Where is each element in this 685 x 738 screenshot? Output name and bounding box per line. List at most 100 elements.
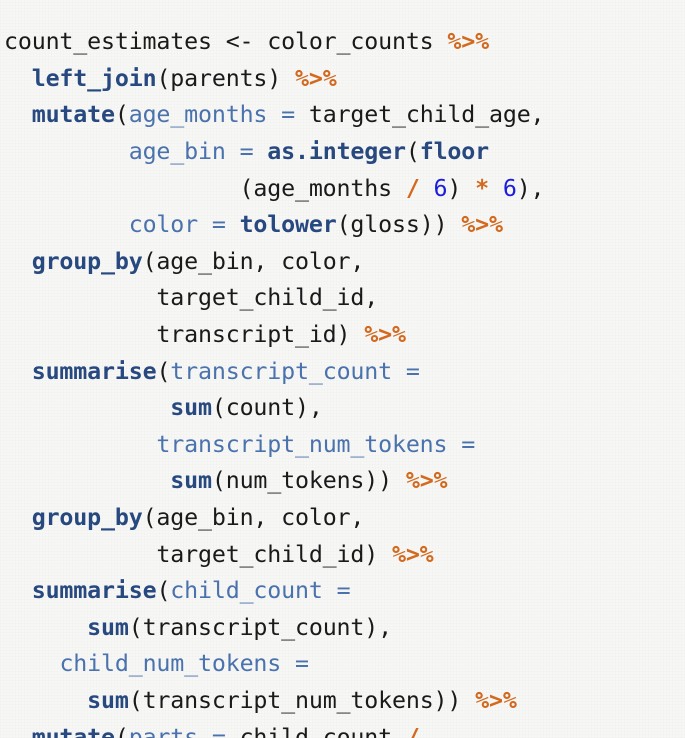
code-token-plain: (count),	[211, 394, 323, 422]
code-token-func: tolower	[239, 211, 337, 239]
code-token-func: mutate	[31, 101, 115, 129]
code-token-arg: =	[336, 577, 351, 605]
r-code-block: count_estimates <- color_counts %>% left…	[4, 24, 545, 738]
code-token-arg: =	[281, 101, 295, 129]
code-token-func: sum	[170, 467, 212, 495]
code-token-arg: transcript_num_tokens	[156, 430, 448, 458]
code-token-op: %>%	[405, 467, 448, 495]
code-token-plain: (transcript_count),	[128, 613, 392, 641]
code-token-plain: (gloss))	[336, 211, 462, 239]
code-line: group_by(age_bin, color,	[4, 500, 544, 537]
code-token-plain: target_child_id,	[4, 284, 379, 312]
code-token-func: mutate	[31, 723, 115, 738]
code-token-func: sum	[87, 686, 129, 714]
code-line: (age_months / 6) * 6),	[4, 171, 545, 208]
code-line: transcript_num_tokens =	[4, 427, 544, 464]
code-token-num: 6	[433, 174, 448, 202]
code-line: count_estimates <- color_counts %>%	[4, 24, 544, 61]
code-line: group_by(age_bin, color,	[4, 244, 544, 281]
code-token-arg: child_count	[170, 577, 323, 605]
code-token-func: summarise	[31, 357, 157, 385]
code-token-plain: (	[156, 577, 171, 605]
code-token-func: as.integer	[267, 138, 406, 166]
code-token-arg: =	[239, 138, 254, 166]
code-token-op: %>%	[391, 540, 434, 568]
code-token-op: %>%	[447, 28, 489, 56]
code-line: sum(transcript_count),	[4, 610, 544, 647]
code-token-plain: target_child_age,	[295, 101, 545, 129]
code-token-arg: =	[295, 650, 309, 678]
code-token-arg: color	[128, 211, 198, 239]
code-token-func: summarise	[31, 577, 157, 605]
code-line: sum(transcript_num_tokens)) %>%	[4, 683, 544, 720]
code-token-func: sum	[87, 613, 129, 641]
code-token-plain: (age_bin, color,	[142, 504, 365, 532]
code-token-arg: =	[211, 211, 226, 239]
code-token-op: *	[475, 174, 489, 202]
code-token-plain: (num_tokens))	[211, 467, 406, 495]
code-token-num: 6	[502, 174, 517, 202]
code-token-plain: )	[447, 174, 476, 202]
code-token-func: sum	[170, 394, 212, 422]
code-token-arg: =	[405, 357, 420, 385]
code-token-plain: ),	[516, 174, 545, 202]
code-token-arg: transcript_count	[170, 357, 392, 385]
code-line: transcript_id) %>%	[4, 317, 544, 354]
code-token-plain: (transcript_num_tokens))	[128, 686, 476, 714]
code-line: child_num_tokens =	[4, 646, 544, 683]
code-listing-figure: count_estimates <- color_counts %>% left…	[0, 0, 685, 738]
code-token-func: floor	[419, 138, 489, 166]
code-token-plain: (	[405, 138, 420, 166]
code-token-func: group_by	[31, 504, 143, 532]
code-token-plain: (age_bin, color,	[142, 247, 365, 275]
code-token-plain: target_child_id)	[4, 540, 392, 568]
code-token-plain: child_count	[225, 723, 406, 738]
code-line: target_child_id,	[4, 280, 544, 317]
code-line: sum(num_tokens)) %>%	[4, 463, 544, 500]
code-token-plain: transcript_id)	[4, 321, 365, 349]
code-token-plain: (age_months	[4, 174, 406, 202]
code-token-arg: =	[461, 430, 476, 458]
code-line: mutate(parts = child_count /	[4, 720, 544, 738]
code-line: target_child_id) %>%	[4, 537, 544, 574]
code-token-arg: child_num_tokens	[59, 650, 282, 678]
code-token-arg: =	[211, 723, 226, 738]
code-token-func: left_join	[31, 64, 157, 92]
code-line: summarise(transcript_count =	[4, 354, 544, 391]
code-token-op: %>%	[461, 211, 503, 239]
code-token-plain: count_estimates <- color_counts	[4, 28, 448, 56]
code-token-op: /	[405, 723, 420, 738]
code-token-arg: age_bin	[128, 138, 226, 166]
code-line: color = tolower(gloss)) %>%	[4, 207, 544, 244]
code-token-plain: (	[156, 357, 171, 385]
code-token-op: %>%	[475, 686, 517, 714]
code-token-arg: parts	[128, 723, 198, 738]
code-token-func: group_by	[31, 247, 143, 275]
code-token-arg: age_months	[128, 101, 268, 129]
code-token-op: %>%	[364, 321, 406, 349]
code-token-plain: (	[114, 723, 129, 738]
